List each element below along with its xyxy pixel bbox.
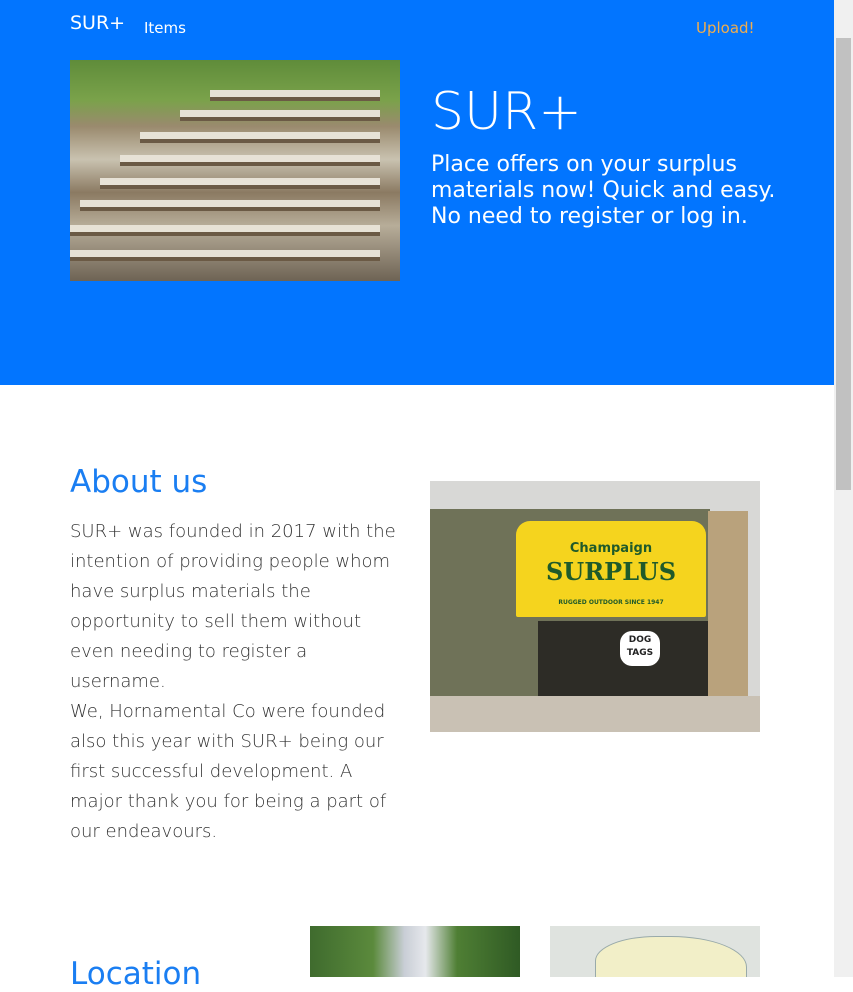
hero-tagline: Place offers on your surplus materials n… [431, 152, 776, 229]
nav-items-link[interactable]: Items [144, 19, 186, 37]
nav-upload-link[interactable]: Upload! [696, 19, 755, 37]
store-awning: Champaign SURPLUS RUGGED OUTDOOR SINCE 1… [516, 521, 706, 617]
city-image [310, 926, 520, 977]
hero-title: SUR+ [431, 82, 582, 142]
hero-banner: SUR+ Items Upload! SUR+ Place offers on … [0, 0, 834, 385]
about-heading: About us [70, 464, 208, 500]
surplus-materials-image [70, 60, 400, 281]
scrollbar-thumb[interactable] [836, 38, 851, 490]
about-paragraph-2: We, Hornamental Co were founded also thi… [70, 701, 387, 842]
location-heading: Location [70, 956, 202, 992]
map-image [550, 926, 760, 977]
about-paragraph-1: SUR+ was founded in 2017 with the intent… [70, 521, 396, 692]
brand-link[interactable]: SUR+ [70, 12, 125, 34]
window-sign: DOG TAGS [620, 631, 660, 666]
store-front-image: Champaign SURPLUS RUGGED OUTDOOR SINCE 1… [430, 481, 760, 732]
